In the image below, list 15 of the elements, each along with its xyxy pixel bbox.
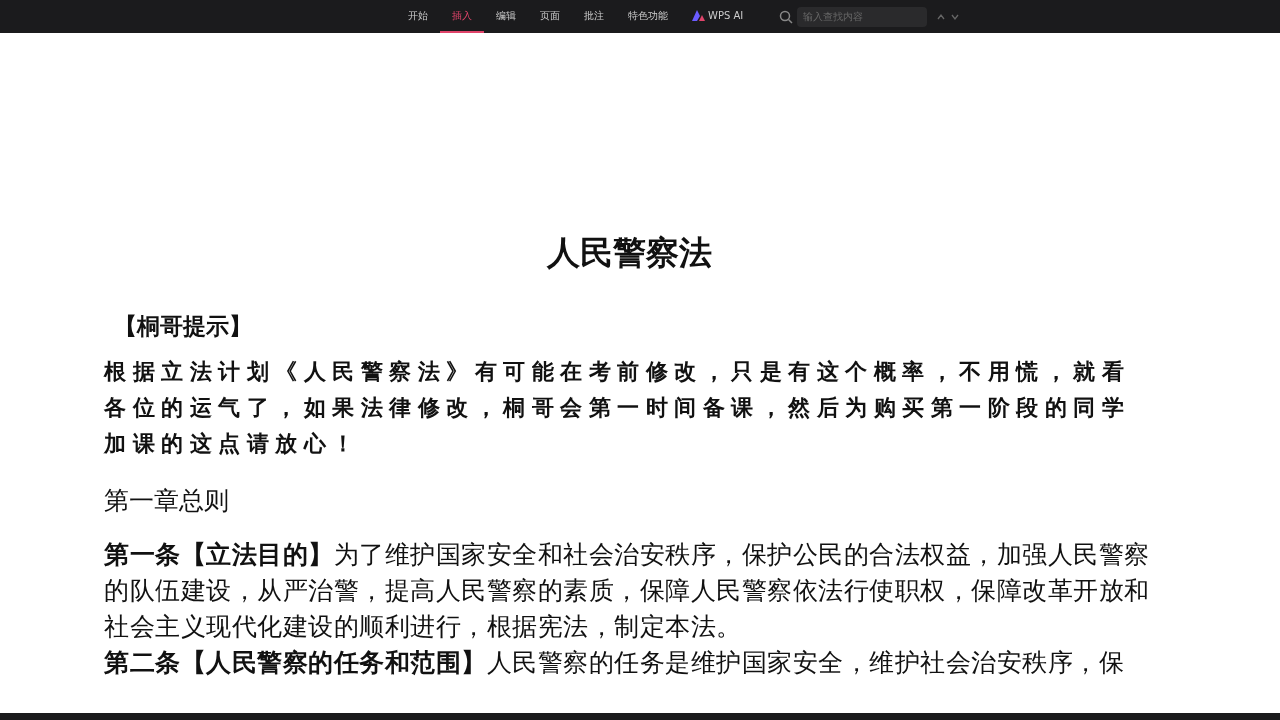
search-icon [779, 9, 794, 24]
article-paragraph: 第一条【立法目的】为了维护国家安全和社会治安秩序，保护公民的合法权益，加强人民警察的队伍建设，从严治警，提高人民警察的素质，保障人民警察依法行使职权，保障改革开放和社会主义现代化建设的顺利进行，根据宪法，制定本法。 [104, 539, 1151, 643]
document-title: 人民警察法 [545, 233, 713, 273]
hint-heading: 【桐哥提示】 [114, 311, 253, 341]
tab[interactable]: 批注 [572, 0, 616, 33]
tab[interactable]: 插入 [440, 0, 484, 33]
tab[interactable]: 开始 [396, 0, 440, 33]
hint-paragraph: 根据立法计划《人民警察法》有可能在考前修改，只是有这个概率，不用慌，就看各位的运气了，如果法律修改，桐哥会第一时间备课，然后为购买第一阶段的同学加课的这点请放心！ [104, 357, 1131, 458]
article-paragraph: 第二条【人民警察的任务和范围】人民警察的任务是维护国家安全，维护社会治安秩序，保 [104, 647, 1125, 679]
logo-icon [692, 10, 705, 21]
tab[interactable]: 特色功能 [616, 0, 680, 33]
tab[interactable]: WPS AI [680, 0, 756, 33]
tab[interactable]: 编辑 [484, 0, 528, 33]
tab[interactable]: 页面 [528, 0, 572, 33]
chapter-heading: 第一章总则 [104, 485, 230, 517]
